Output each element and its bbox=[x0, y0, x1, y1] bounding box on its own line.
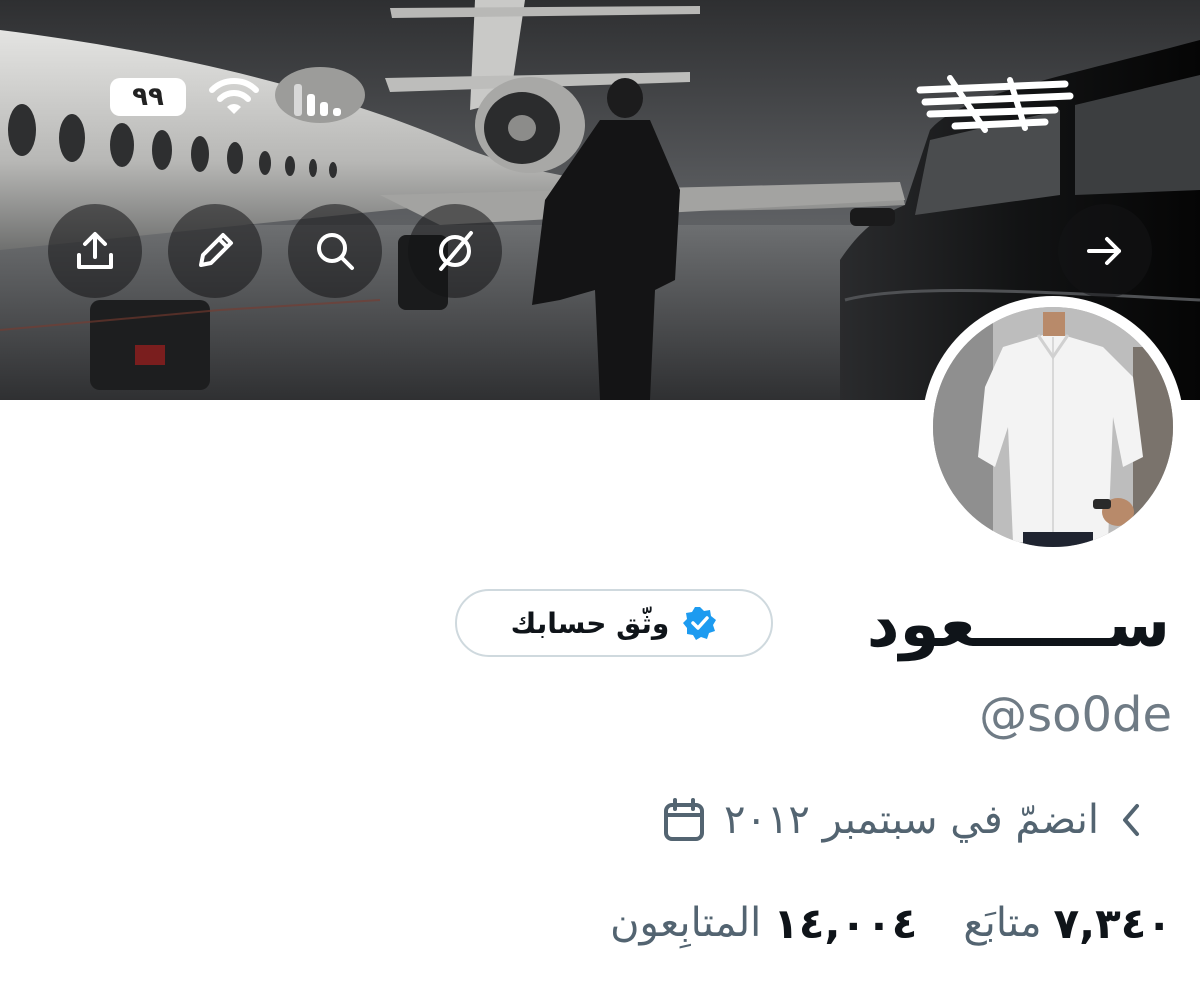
calendar-icon bbox=[663, 798, 704, 841]
joined-date-row[interactable]: انضمّ في سبتمبر ٢٠١٢ bbox=[662, 790, 1145, 850]
battery-badge: ٩٩ bbox=[110, 78, 186, 116]
followers-count[interactable]: ١٤,٠٠٤ bbox=[773, 899, 917, 948]
arrow-right-icon bbox=[1087, 237, 1121, 265]
joined-date-text: انضمّ في سبتمبر ٢٠١٢ bbox=[723, 797, 1099, 843]
hide-button[interactable] bbox=[408, 204, 502, 298]
follow-stats: ٧,٣٤٠ متابَع ١٤,٠٠٤ المتابِعون bbox=[610, 888, 1172, 958]
wifi-icon bbox=[209, 78, 259, 114]
forward-button[interactable] bbox=[1058, 204, 1152, 298]
username-handle: @so0de bbox=[979, 687, 1172, 743]
following-label[interactable]: متابَع bbox=[963, 900, 1041, 946]
followers-label[interactable]: المتابِعون bbox=[610, 900, 761, 946]
verify-account-button[interactable]: وثّق حسابك bbox=[455, 589, 773, 657]
search-button[interactable] bbox=[288, 204, 382, 298]
upload-icon bbox=[77, 232, 113, 269]
redaction-scribble bbox=[916, 75, 1074, 133]
pencil-icon bbox=[199, 233, 233, 267]
eye-slash-icon bbox=[439, 231, 473, 271]
search-icon bbox=[317, 233, 354, 270]
signal-bars-icon bbox=[294, 84, 341, 116]
share-button[interactable] bbox=[48, 204, 142, 298]
avatar[interactable] bbox=[922, 296, 1184, 558]
chevron-left-icon bbox=[1123, 804, 1139, 836]
profile-page: ٩٩ ســــــعود وثّق حسابك @so0de انضمّ في… bbox=[0, 0, 1200, 1000]
avatar-photo bbox=[933, 307, 1173, 547]
verify-account-label: وثّق حسابك bbox=[510, 606, 670, 640]
following-count[interactable]: ٧,٣٤٠ bbox=[1054, 899, 1173, 948]
edit-button[interactable] bbox=[168, 204, 262, 298]
display-name: ســــــعود bbox=[866, 588, 1170, 662]
verified-badge-icon bbox=[683, 607, 717, 640]
